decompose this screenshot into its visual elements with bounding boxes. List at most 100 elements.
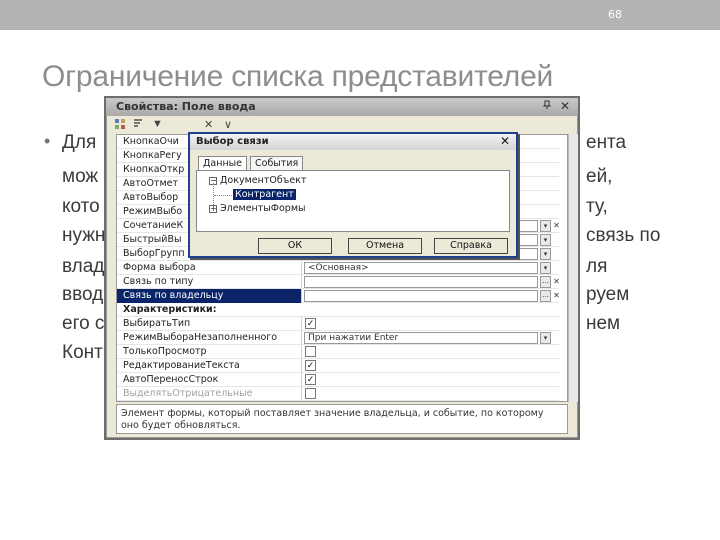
property-grid-scrollbar[interactable] bbox=[568, 134, 578, 402]
column-divider bbox=[301, 373, 302, 386]
dropdown-arrow-icon[interactable]: ▾ bbox=[540, 234, 551, 246]
property-checkbox[interactable] bbox=[305, 388, 316, 399]
dropdown-arrow-icon[interactable]: ▾ bbox=[540, 332, 551, 344]
bullet-text-left: Конт bbox=[62, 342, 103, 363]
property-row[interactable]: Связь по типу... ✕ bbox=[117, 275, 561, 289]
help-button[interactable]: Справка bbox=[434, 238, 508, 254]
property-name: Характеристики: bbox=[123, 304, 217, 315]
column-divider bbox=[301, 261, 302, 274]
property-name: ВыборГрупп bbox=[123, 248, 185, 259]
ok-button[interactable]: ОК bbox=[258, 238, 332, 254]
tree-item-label: ДокументОбъект bbox=[220, 175, 307, 186]
properties-title-bar[interactable]: Свойства: Поле ввода ✕ bbox=[106, 98, 578, 116]
tree-item-label: ЭлементыФормы bbox=[220, 203, 306, 214]
clear-icon[interactable]: ✕ bbox=[204, 118, 213, 131]
tab-data[interactable]: Данные bbox=[198, 156, 248, 170]
bullet-text-left: его с bbox=[62, 313, 105, 334]
clear-icon[interactable]: ✕ bbox=[552, 276, 561, 288]
property-checkbox[interactable]: ✓ bbox=[305, 318, 316, 329]
pin-icon[interactable] bbox=[542, 100, 552, 113]
property-name: Связь по владельцу bbox=[123, 290, 224, 301]
bullet-text-right: ту, bbox=[586, 196, 608, 217]
column-divider bbox=[301, 289, 302, 302]
categories-icon[interactable] bbox=[114, 118, 126, 133]
property-checkbox[interactable]: ✓ bbox=[305, 360, 316, 371]
dropdown-arrow-icon[interactable]: ▾ bbox=[540, 248, 551, 260]
select-button[interactable]: ... bbox=[540, 276, 551, 288]
property-name: АвтоВыбор bbox=[123, 192, 179, 203]
bullet-text-right: связь по bbox=[586, 225, 661, 246]
property-name: РежимВыбораНезаполненного bbox=[123, 332, 278, 343]
property-name: РедактированиеТекста bbox=[123, 360, 240, 371]
bullet-text-right: ей, bbox=[586, 166, 613, 187]
tab-events[interactable]: События bbox=[250, 156, 304, 170]
property-row[interactable]: Форма выбора <Основная> ▾ bbox=[117, 261, 559, 275]
tree-connector bbox=[214, 195, 232, 196]
property-name: АвтоОтмет bbox=[123, 178, 179, 189]
page-number: 68 bbox=[608, 8, 622, 21]
tree-item-label: Контрагент bbox=[233, 189, 296, 200]
column-divider bbox=[301, 345, 302, 358]
tree-item-root[interactable]: − ДокументОбъект bbox=[209, 175, 307, 186]
column-divider bbox=[301, 317, 302, 330]
property-row[interactable]: АвтоПереносСтрок ✓ bbox=[117, 373, 559, 387]
property-name: КнопкаРегу bbox=[123, 150, 182, 161]
property-row[interactable]: ВыбиратьТип ✓ bbox=[117, 317, 559, 331]
cancel-button[interactable]: Отмена bbox=[348, 238, 422, 254]
link-selection-dialog: Выбор связи ✕ Данные События − ДокументОб… bbox=[188, 132, 518, 258]
property-name: ТолькоПросмотр bbox=[123, 346, 207, 357]
property-row[interactable]: ТолькоПросмотр bbox=[117, 345, 559, 359]
close-icon[interactable]: ✕ bbox=[500, 134, 510, 148]
property-value-field[interactable]: При нажатии Enter bbox=[304, 332, 538, 344]
property-checkbox[interactable]: ✓ bbox=[305, 374, 316, 385]
property-row[interactable]: РежимВыбораНезаполненного При нажатии Ent… bbox=[117, 331, 559, 345]
property-row[interactable]: РедактированиеТекста ✓ bbox=[117, 359, 559, 373]
dropdown-arrow-icon[interactable]: ▾ bbox=[540, 220, 551, 232]
close-icon[interactable]: ✕ bbox=[560, 99, 570, 113]
property-name: АвтоПереносСтрок bbox=[123, 374, 219, 385]
column-divider bbox=[301, 387, 302, 400]
bullet-text-right: ля bbox=[586, 256, 608, 277]
property-checkbox[interactable] bbox=[305, 346, 316, 357]
bullet-text-left: Для bbox=[62, 132, 97, 153]
column-divider bbox=[301, 275, 302, 288]
filter-icon[interactable]: ▼ bbox=[152, 118, 163, 130]
property-name: СочетаниеК bbox=[123, 220, 184, 231]
property-name: Связь по типу bbox=[123, 276, 194, 287]
bullet-text-left: кото bbox=[62, 196, 100, 217]
clear-icon[interactable]: ✕ bbox=[552, 290, 561, 302]
tree-item-counterparty[interactable]: Контрагент bbox=[233, 189, 296, 200]
select-button[interactable]: ... bbox=[540, 290, 551, 302]
bullet-text-left: влад bbox=[62, 256, 105, 277]
tree-item-form-elements[interactable]: + ЭлементыФормы bbox=[209, 203, 306, 214]
property-description: Элемент формы, который поставляет значен… bbox=[116, 404, 568, 434]
bullet-text-right: руем bbox=[586, 284, 630, 305]
property-name: БыстрыйВы bbox=[123, 234, 182, 245]
property-name: РежимВыбо bbox=[123, 206, 183, 217]
dropdown-arrow-icon[interactable]: ▾ bbox=[540, 262, 551, 274]
bullet-text-left: нужн bbox=[62, 225, 106, 246]
dialog-title: Выбор связи bbox=[196, 136, 269, 147]
property-name: ВыбиратьТип bbox=[123, 318, 191, 329]
property-name: КнопкаОткр bbox=[123, 164, 185, 175]
property-name: ВыделятьОтрицательные bbox=[123, 388, 253, 399]
column-divider bbox=[301, 331, 302, 344]
property-name: КнопкаОчи bbox=[123, 136, 179, 147]
bullet-marker: • bbox=[44, 131, 51, 151]
expand-icon[interactable]: + bbox=[209, 204, 217, 213]
bullet-text-right: ента bbox=[586, 132, 627, 153]
slide-title: Ограничение списка представителей bbox=[42, 60, 554, 93]
property-value-field[interactable]: <Основная> bbox=[304, 262, 538, 274]
property-row[interactable]: Связь по владельцу... ✕ bbox=[117, 289, 561, 303]
slide-top-bar: 68 bbox=[0, 0, 720, 30]
bullet-text-right: нем bbox=[586, 313, 621, 334]
clear-icon[interactable]: ✕ bbox=[552, 220, 561, 232]
sort-icon[interactable] bbox=[132, 118, 144, 133]
property-section-header[interactable]: Характеристики: bbox=[117, 303, 559, 317]
property-value-field[interactable] bbox=[304, 276, 538, 288]
chevron-down-icon[interactable]: ∨ bbox=[224, 118, 232, 131]
dialog-title-bar[interactable]: Выбор связи ✕ bbox=[190, 134, 516, 150]
property-row[interactable]: ВыделятьОтрицательные bbox=[117, 387, 559, 401]
property-value-field[interactable] bbox=[304, 290, 538, 302]
properties-title: Свойства: Поле ввода bbox=[116, 100, 256, 113]
